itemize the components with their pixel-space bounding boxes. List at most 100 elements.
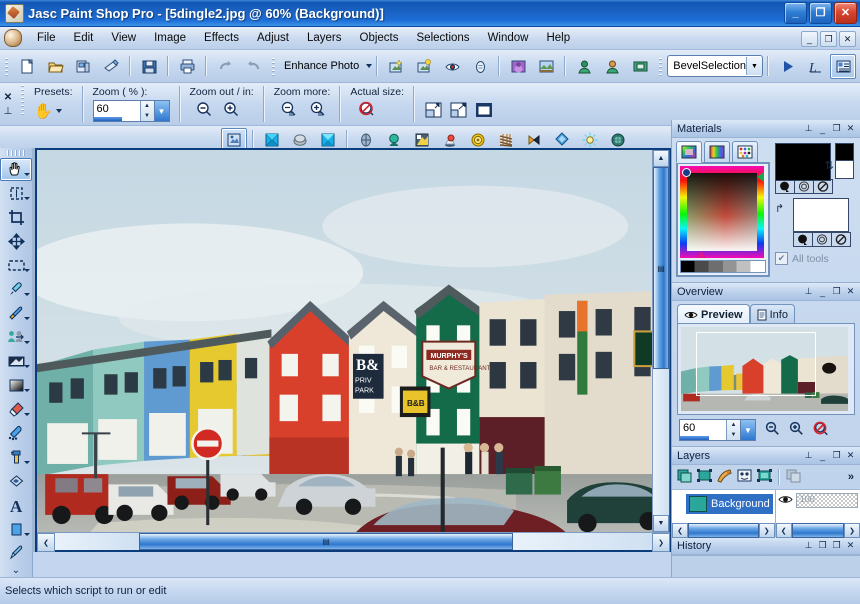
overview-actual-size-icon[interactable] <box>813 421 830 439</box>
options-grip[interactable] <box>19 83 26 117</box>
overview-pin-icon[interactable]: ⊥ <box>802 285 815 298</box>
history-close-icon[interactable]: ✕ <box>844 539 857 552</box>
undo-arrow-icon[interactable] <box>212 54 238 79</box>
scratch-remover-tool-flyout-arrow[interactable] <box>24 365 30 368</box>
new-layer-group-icon[interactable] <box>755 467 774 487</box>
full-screen-preview-icon[interactable] <box>505 54 531 79</box>
overview-zoom-value[interactable]: 60 <box>680 420 726 440</box>
zoom-tool[interactable] <box>0 181 32 205</box>
layers-close-icon[interactable]: ✕ <box>844 449 857 462</box>
menu-view[interactable]: View <box>102 29 145 47</box>
crop-tool[interactable] <box>0 205 32 229</box>
overview-viewport-rect[interactable] <box>696 332 816 396</box>
swatches-tab[interactable] <box>732 141 758 163</box>
twain-acquire-icon[interactable] <box>98 54 124 79</box>
menu-help[interactable]: Help <box>537 29 579 47</box>
menu-objects[interactable]: Objects <box>351 29 408 47</box>
minimize-button[interactable]: _ <box>784 2 807 24</box>
mdi-minimize-button[interactable]: _ <box>801 31 818 47</box>
menu-selections[interactable]: Selections <box>408 29 479 47</box>
maximize-button[interactable]: ❐ <box>809 2 832 24</box>
overview-zoom-in-icon[interactable] <box>789 421 804 439</box>
preset-shape-tool-flyout-arrow[interactable] <box>24 533 30 536</box>
zoom-tool-flyout-arrow[interactable] <box>24 197 30 200</box>
info-tab[interactable]: Info <box>750 304 795 324</box>
zoom-out-icon[interactable] <box>196 101 213 121</box>
history-restore-icon[interactable]: ❐ <box>816 539 829 552</box>
vertical-scroll-track[interactable] <box>653 369 669 515</box>
picture-tube-tool[interactable] <box>0 421 32 445</box>
hand-icon[interactable]: ✋ <box>34 104 53 119</box>
pan-tool-flyout-arrow[interactable] <box>24 173 30 176</box>
menu-edit[interactable]: Edit <box>65 29 103 47</box>
mdi-restore-button[interactable]: ❐ <box>820 31 837 47</box>
swap-colors-icon[interactable]: ⇅ <box>825 159 834 172</box>
menu-image[interactable]: Image <box>145 29 195 47</box>
overview-minimize-icon[interactable]: _ <box>816 285 829 298</box>
app-icon[interactable] <box>5 4 24 23</box>
materials-pin-icon[interactable]: ⊥ <box>802 122 815 135</box>
materials-maximize-icon[interactable]: ❐ <box>830 122 843 135</box>
layers-minimize-icon[interactable]: _ <box>816 449 829 462</box>
color-picker-frame[interactable] <box>676 162 770 277</box>
selection-tool[interactable] <box>0 253 32 277</box>
zoom-in-more-icon[interactable] <box>309 101 328 121</box>
zoom-spinner-arrows[interactable]: ▲▼ <box>140 101 154 121</box>
overview-panel-titlebar[interactable]: Overview ⊥ _ ❐ ✕ <box>672 283 860 301</box>
materials-panel-titlebar[interactable]: Materials ⊥ _ ❐ ✕ <box>672 120 860 138</box>
run-script-icon[interactable] <box>774 54 800 79</box>
layers-panel-titlebar[interactable]: Layers ⊥ _ ❐ ✕ <box>672 447 860 465</box>
background-small-swatch[interactable] <box>835 160 854 179</box>
open-folder-icon[interactable] <box>42 54 68 79</box>
all-tools-checkbox[interactable]: ✔ <box>775 252 788 265</box>
materials-minimize-icon[interactable]: _ <box>816 122 829 135</box>
tool-palette-overflow[interactable]: ⌄ <box>12 565 20 576</box>
menu-file[interactable]: File <box>28 29 65 47</box>
scroll-up-button[interactable]: ▲ <box>653 150 669 167</box>
text-tool[interactable]: A <box>0 493 32 517</box>
overview-palette-icon[interactable] <box>627 54 653 79</box>
script-dropdown[interactable]: BevelSelection ▼ <box>667 55 763 77</box>
layers-right-hscroll-thumb[interactable] <box>792 523 844 538</box>
layer-row[interactable]: Background <box>686 494 773 514</box>
full-screen-icon[interactable] <box>474 101 494 122</box>
edit-script-icon[interactable]: L <box>802 54 828 79</box>
layers-right-scroll-right[interactable]: ❯ <box>844 523 860 538</box>
dropper-tool-flyout-arrow[interactable] <box>24 293 30 296</box>
close-button[interactable]: ✕ <box>834 2 857 24</box>
toolbar-grip[interactable] <box>3 56 10 76</box>
airbrush-tool-flyout-arrow[interactable] <box>24 461 30 464</box>
save-disk-icon[interactable] <box>136 54 162 79</box>
overview-zoom-spinner[interactable]: 60 ▲▼ ▼ <box>679 419 756 441</box>
duplicate-layer-icon[interactable] <box>784 467 803 487</box>
menu-adjust[interactable]: Adjust <box>248 29 298 47</box>
presets-chevron-down-icon[interactable] <box>56 109 62 113</box>
new-vector-layer-icon[interactable] <box>695 467 714 487</box>
chevron-down-icon[interactable]: ▼ <box>746 57 762 75</box>
canvas-vertical-scrollbar[interactable]: ▲ ▤ ▼ <box>652 150 669 532</box>
scratch-remover-tool[interactable] <box>0 349 32 373</box>
zoom-spinner[interactable]: 60 ▲▼ ▼ <box>93 100 170 122</box>
layers-palette-icon[interactable] <box>599 54 625 79</box>
scroll-right-button[interactable]: ❯ <box>652 533 670 552</box>
clone-brush-tool[interactable] <box>0 325 32 349</box>
history-pin-icon[interactable]: ⊥ <box>802 539 815 552</box>
eraser-tool-flyout-arrow[interactable] <box>24 413 30 416</box>
eraser-tool[interactable] <box>0 397 32 421</box>
overview-zoom-arrows[interactable]: ▲▼ <box>726 420 740 440</box>
actual-size-icon[interactable] <box>358 101 377 121</box>
history-panel-titlebar[interactable]: History ⊥ ❐ ❐ ✕ <box>672 537 860 555</box>
materials-close-icon[interactable]: ✕ <box>844 122 857 135</box>
layer-opacity-slider[interactable]: 100 <box>796 493 858 508</box>
enhance-photo-chevron-down-icon[interactable] <box>366 64 372 68</box>
dropper-tool[interactable] <box>0 277 32 301</box>
zoom-value[interactable]: 60 <box>94 101 140 121</box>
enhance-toolbar-grip[interactable] <box>270 56 277 76</box>
paint-brush-tool-flyout-arrow[interactable] <box>24 317 30 320</box>
makeover-icon[interactable] <box>467 54 493 79</box>
layers-maximize-icon[interactable]: ❐ <box>830 449 843 462</box>
history-maximize-icon[interactable]: ❐ <box>830 539 843 552</box>
layers-scroll-right[interactable]: ❯ <box>759 523 775 538</box>
enhance-photo-label[interactable]: Enhance Photo <box>280 60 363 72</box>
h-track-right[interactable] <box>513 533 652 550</box>
